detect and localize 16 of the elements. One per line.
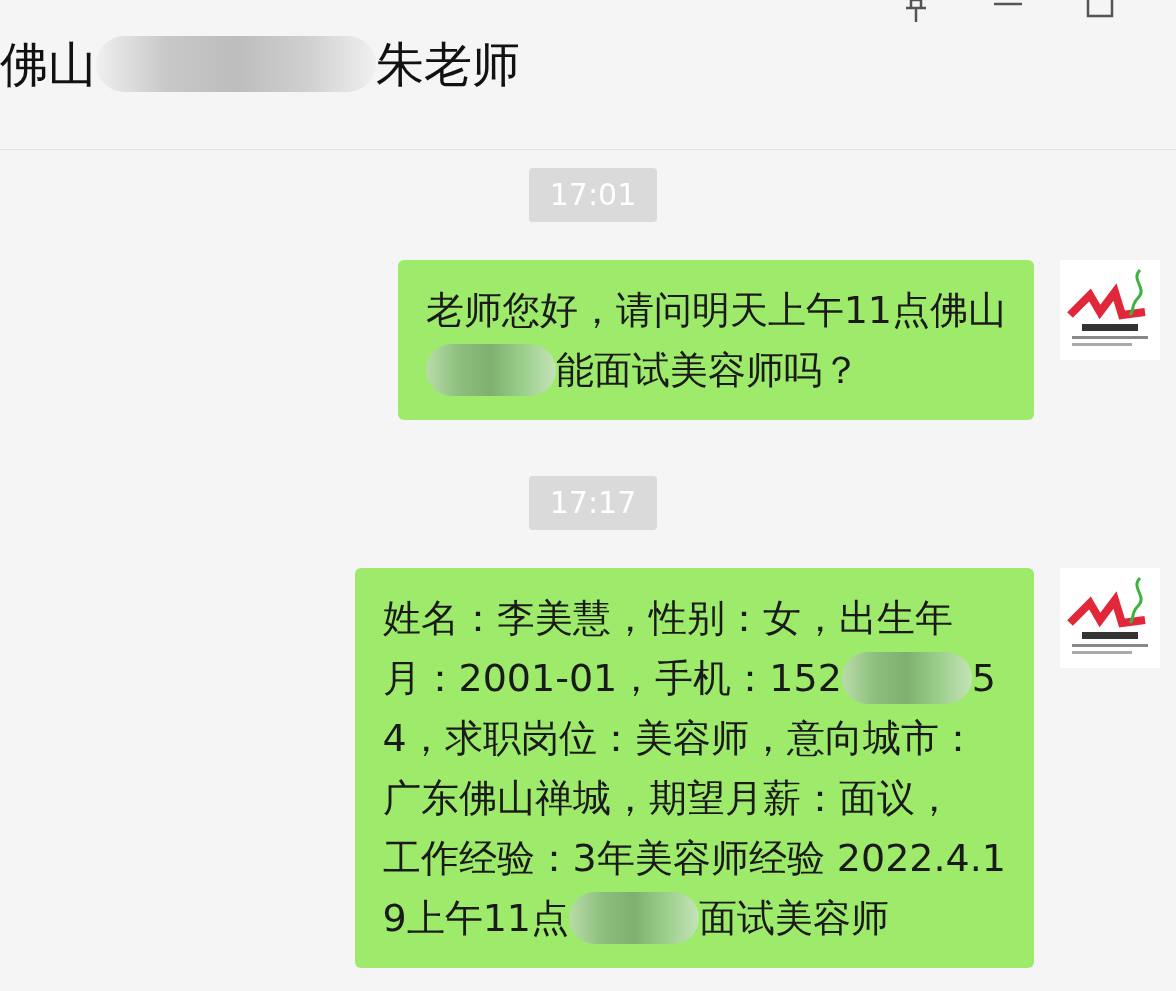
message-text: 广东佛山禅城，期望月薪：面议，: [382, 775, 953, 822]
message-text: 面试美容师: [699, 895, 890, 942]
minimize-icon[interactable]: [994, 0, 1022, 8]
message-text: 姓名：李美慧，性别：女，出生年: [382, 595, 953, 642]
chat-title: 朱老师: [376, 40, 520, 88]
maximize-icon[interactable]: [1086, 0, 1114, 18]
message-text: 老师您好，请问明天上午11点佛山: [425, 287, 1006, 334]
avatar-logo-icon[interactable]: [1060, 260, 1160, 360]
message-text: 9上午11点: [382, 895, 570, 942]
message-text: 4，求职岗位：美容师，意向城市：: [382, 715, 977, 762]
message-text: 能面试美容师吗？: [555, 347, 860, 394]
message-text: 5: [971, 655, 996, 702]
chat-title: 佛山: [0, 40, 96, 88]
avatar-logo-icon[interactable]: [1060, 568, 1160, 668]
message-text: 工作经验：3年美容师经验 2022.4.1: [382, 835, 1006, 882]
message-text: 月：2001-01，手机：152: [382, 655, 842, 702]
